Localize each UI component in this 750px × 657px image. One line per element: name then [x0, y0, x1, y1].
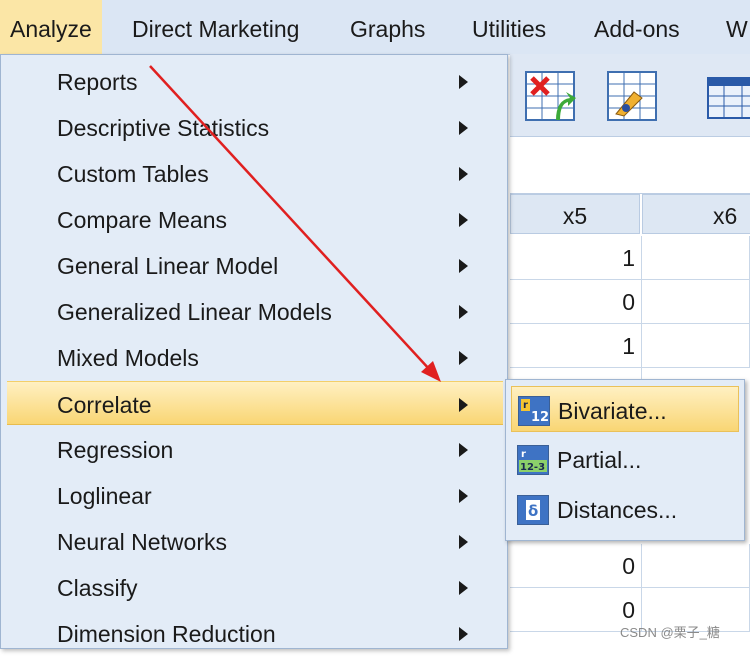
menu-item-label: Regression [57, 437, 174, 463]
menu-direct-marketing[interactable]: Direct Marketing [122, 0, 309, 54]
submenu-arrow-icon [459, 443, 468, 457]
menu-item-classify[interactable]: Classify [7, 565, 503, 609]
menu-add-ons[interactable]: Add-ons [584, 0, 690, 54]
analyze-menu: Reports Descriptive Statistics Custom Ta… [0, 54, 508, 649]
menu-item-dimension-reduction[interactable]: Dimension Reduction [7, 611, 503, 655]
column-header-x6[interactable]: x6 [642, 194, 750, 234]
menu-item-label: Custom Tables [57, 161, 209, 187]
grid-cell[interactable]: 0 [510, 280, 642, 324]
distances-icon: δ [517, 495, 549, 525]
submenu-arrow-icon [459, 351, 468, 365]
svg-text:12-3: 12-3 [520, 462, 545, 473]
data-grid-icon[interactable] [704, 64, 750, 124]
menu-item-label: General Linear Model [57, 253, 279, 279]
edit-variable-icon[interactable] [604, 64, 660, 124]
grid-cell[interactable] [642, 280, 750, 324]
submenu-arrow-icon [459, 581, 468, 595]
menu-item-reports[interactable]: Reports [7, 59, 503, 103]
menu-item-generalized-linear-models[interactable]: Generalized Linear Models [7, 289, 503, 333]
submenu-arrow-icon [459, 535, 468, 549]
menu-item-distances[interactable]: δ Distances... [511, 486, 739, 532]
menu-item-correlate[interactable]: Correlate [7, 381, 503, 425]
column-header-x5[interactable]: x5 [510, 194, 640, 234]
menu-item-label: Dimension Reduction [57, 621, 276, 647]
menu-bar: Analyze Direct Marketing Graphs Utilitie… [0, 0, 750, 55]
menu-item-partial[interactable]: r 12-3 Partial... [511, 436, 739, 482]
menu-item-label: Generalized Linear Models [57, 299, 332, 325]
svg-text:r: r [521, 449, 526, 460]
toolbar [510, 54, 750, 137]
cell-editor-bar[interactable] [510, 137, 750, 194]
menu-item-label: Compare Means [57, 207, 228, 233]
menu-item-descriptive-statistics[interactable]: Descriptive Statistics [7, 105, 503, 149]
correlate-submenu: r 12 Bivariate... r 12-3 Partial... δ Di… [505, 379, 745, 541]
svg-text:δ: δ [528, 502, 538, 520]
menu-item-bivariate[interactable]: r 12 Bivariate... [511, 386, 739, 432]
grid-cell[interactable] [642, 544, 750, 588]
submenu-arrow-icon [459, 121, 468, 135]
grid-cell[interactable]: 0 [510, 544, 642, 588]
bivariate-icon: r 12 [518, 396, 550, 426]
grid-cell[interactable]: 1 [510, 324, 642, 368]
menu-item-mixed-models[interactable]: Mixed Models [7, 335, 503, 379]
submenu-arrow-icon [459, 305, 468, 319]
menu-item-label: Correlate [57, 392, 152, 418]
menu-item-custom-tables[interactable]: Custom Tables [7, 151, 503, 195]
submenu-arrow-icon [459, 167, 468, 181]
partial-icon: r 12-3 [517, 445, 549, 475]
menu-item-loglinear[interactable]: Loglinear [7, 473, 503, 517]
menu-item-label: Classify [57, 575, 138, 601]
menu-item-compare-means[interactable]: Compare Means [7, 197, 503, 241]
menu-item-label: Bivariate... [558, 398, 667, 424]
svg-text:r: r [523, 400, 528, 411]
menu-item-label: Loglinear [57, 483, 152, 509]
submenu-arrow-icon [459, 398, 468, 412]
menu-item-label: Neural Networks [57, 529, 227, 555]
submenu-arrow-icon [459, 489, 468, 503]
grid-cell[interactable] [642, 324, 750, 368]
submenu-arrow-icon [459, 259, 468, 273]
watermark: CSDN @栗子_糖 [620, 625, 720, 640]
menu-item-general-linear-model[interactable]: General Linear Model [7, 243, 503, 287]
submenu-arrow-icon [459, 75, 468, 89]
menu-utilities[interactable]: Utilities [462, 0, 556, 54]
menu-item-label: Partial... [557, 447, 642, 473]
menu-window[interactable]: W [716, 0, 750, 54]
submenu-arrow-icon [459, 627, 468, 641]
menu-analyze[interactable]: Analyze [0, 0, 102, 54]
menu-item-neural-networks[interactable]: Neural Networks [7, 519, 503, 563]
grid-cell[interactable] [642, 236, 750, 280]
menu-item-label: Descriptive Statistics [57, 115, 270, 141]
svg-text:12: 12 [531, 410, 549, 425]
submenu-arrow-icon [459, 213, 468, 227]
delete-variable-icon[interactable] [522, 64, 578, 124]
menu-item-label: Distances... [557, 497, 678, 523]
menu-item-label: Reports [57, 69, 138, 95]
menu-item-label: Mixed Models [57, 345, 199, 371]
menu-graphs[interactable]: Graphs [340, 0, 435, 54]
grid-cell[interactable]: 1 [510, 236, 642, 280]
menu-item-regression[interactable]: Regression [7, 427, 503, 471]
